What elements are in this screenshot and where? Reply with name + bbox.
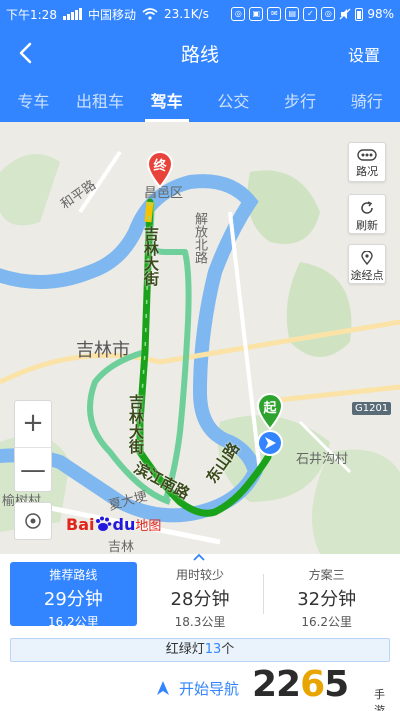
locate-icon	[25, 513, 41, 529]
tab-drive[interactable]: 驾车	[133, 78, 200, 122]
top-bar: 下午1:28 中国移动 23.1K/s ◎ ▣ ✉ ▤ ✓ ◎ 98% 路线 设…	[0, 0, 400, 122]
highway-shield: G1201	[352, 402, 392, 415]
refresh-icon	[361, 201, 373, 214]
map-label-jilin-bottom: 吉林	[108, 540, 135, 554]
page-title: 路线	[180, 44, 219, 66]
wifi-icon	[142, 8, 158, 20]
traffic-label: 路况	[356, 165, 378, 178]
plan-recommended[interactable]: 推荐路线 29分钟 16.2公里	[10, 562, 137, 629]
traffic-icon	[357, 149, 377, 161]
watermark-text-b: 6	[300, 664, 325, 705]
route-panel: 推荐路线 29分钟 16.2公里 用时较少 28分钟 18.3公里 方案三 32…	[0, 552, 400, 711]
start-pin-label: 起	[263, 401, 277, 416]
start-pin[interactable]: 起	[256, 392, 284, 434]
traffic-lights-prefix: 红绿灯	[165, 642, 205, 657]
start-navigation-label: 开始导航	[179, 679, 240, 698]
route-plans: 推荐路线 29分钟 16.2公里 用时较少 28分钟 18.3公里 方案三 32…	[10, 562, 390, 629]
route-map[interactable]: 吉林市 昌邑区 和平路 解放北路 吉林大街 吉林大街 滨江南路 东山路 石井沟村…	[0, 122, 400, 554]
waypoint-button[interactable]: 途经点	[348, 244, 386, 284]
mute-icon	[339, 8, 351, 20]
refresh-label: 刷新	[356, 219, 378, 232]
traffic-lights-bar[interactable]: 红绿灯13个	[10, 638, 390, 662]
logo-du: du	[112, 515, 136, 534]
battery-icon	[355, 7, 364, 21]
check-notification-icon: ✓	[303, 7, 318, 21]
locate-button[interactable]	[14, 502, 52, 540]
map-label-jilin-avenue-top: 吉林大街	[142, 226, 160, 286]
zoom-control: + —	[14, 400, 52, 492]
app-notification-icon: ▣	[249, 7, 264, 21]
end-pin[interactable]: 终	[146, 150, 174, 192]
status-carrier: 中国移动	[87, 7, 136, 22]
waypoint-icon	[361, 251, 373, 265]
zoom-out-button[interactable]: —	[15, 447, 51, 493]
plan-distance: 18.3公里	[174, 615, 226, 629]
zoom-in-button[interactable]: +	[15, 401, 51, 447]
message-notification-icon: ✉	[267, 7, 282, 21]
map-label-jiefang-north-road: 解放北路	[192, 212, 207, 264]
tab-taxi[interactable]: 出租车	[67, 78, 134, 122]
current-location-icon	[257, 430, 283, 456]
waypoint-label: 途经点	[350, 269, 384, 282]
clipboard-notification-icon: ▤	[285, 7, 300, 21]
tab-transit[interactable]: 公交	[200, 78, 267, 122]
map-canvas	[0, 150, 400, 554]
status-time: 下午1:28	[6, 7, 57, 22]
plan-distance: 16.2公里	[47, 615, 99, 629]
plan-three[interactable]: 方案三 32分钟 16.2公里	[263, 562, 390, 629]
map-label-city: 吉林市	[76, 340, 130, 361]
header: 路线 设置	[0, 28, 400, 78]
plan-time: 29分钟	[43, 589, 103, 610]
transport-tabs: 专车 出租车 驾车 公交 步行 骑行	[0, 78, 400, 122]
watermark: 2265 手游网	[252, 664, 385, 711]
status-bar: 下午1:28 中国移动 23.1K/s ◎ ▣ ✉ ▤ ✓ ◎ 98%	[0, 0, 400, 28]
watermark-text-a: 22	[252, 664, 301, 705]
paw-icon	[96, 516, 112, 531]
wechat-notification-icon-2: ◎	[321, 7, 336, 21]
wechat-notification-icon: ◎	[231, 7, 246, 21]
map-label-shijinggou: 石井沟村	[296, 452, 349, 467]
map-label-jilin-avenue-bottom: 吉林大街	[127, 394, 145, 454]
logo-map-text: 地图	[135, 519, 162, 534]
signal-icon	[62, 8, 82, 20]
end-pin-label: 终	[153, 159, 167, 174]
logo-bai: Bai	[66, 515, 95, 534]
watermark-site: 手游网	[374, 688, 385, 711]
refresh-button[interactable]: 刷新	[348, 194, 386, 234]
start-navigation-button[interactable]: 开始导航	[155, 676, 239, 700]
navigation-arrow-icon	[157, 681, 169, 695]
settings-button[interactable]: 设置	[348, 42, 380, 66]
plan-label: 用时较少	[176, 568, 225, 582]
status-speed: 23.1K/s	[163, 7, 209, 21]
status-battery: 98%	[367, 7, 394, 21]
traffic-lights-count: 13	[204, 642, 222, 657]
plan-label: 推荐路线	[49, 568, 98, 582]
watermark-text-c: 5	[324, 664, 349, 705]
traffic-lights-suffix: 个	[221, 642, 235, 657]
plan-faster[interactable]: 用时较少 28分钟 18.3公里	[137, 562, 264, 629]
tab-walk[interactable]: 步行	[267, 78, 334, 122]
plan-distance: 16.2公里	[301, 615, 353, 629]
tab-ride-hailing[interactable]: 专车	[0, 78, 67, 122]
tab-bike[interactable]: 骑行	[333, 78, 400, 122]
plan-time: 28分钟	[170, 589, 230, 610]
traffic-button[interactable]: 路况	[348, 142, 386, 182]
baidu-map-logo: Bai du地图	[66, 515, 161, 534]
plan-time: 32分钟	[297, 589, 357, 610]
chevron-up-icon[interactable]	[192, 552, 206, 562]
plan-label: 方案三	[308, 568, 345, 582]
